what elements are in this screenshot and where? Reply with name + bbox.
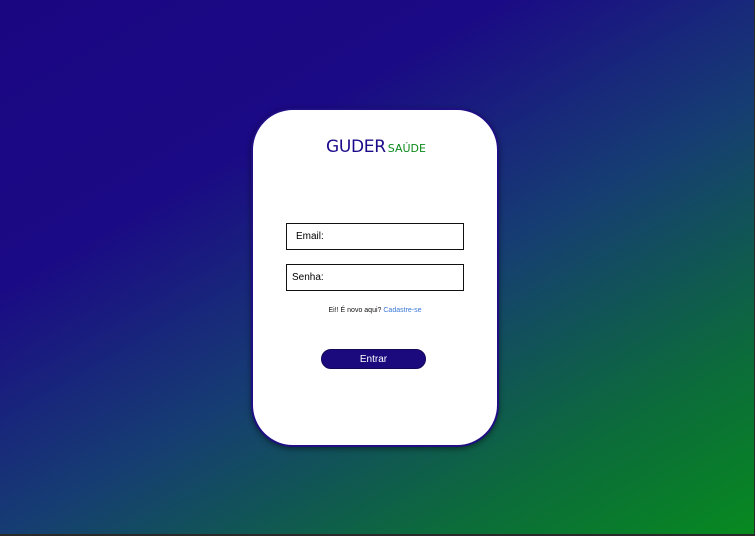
logo-brand: GUDER	[326, 137, 386, 157]
signup-prompt-line: Ei!! É novo aqui? Cadastre-se	[253, 307, 497, 314]
signup-link[interactable]: Cadastre-se	[383, 307, 421, 314]
password-field[interactable]	[286, 264, 464, 291]
login-card: GUDERSAÚDE Ei!! É novo aqui? Cadastre-se…	[251, 108, 499, 447]
password-input[interactable]	[292, 272, 463, 283]
email-input[interactable]	[296, 231, 463, 242]
email-field[interactable]	[286, 223, 464, 250]
logo: GUDER SAÚDE	[326, 137, 426, 157]
logo-tagline: SAÚDE	[387, 142, 426, 155]
signup-prompt-text: Ei!! É novo aqui?	[328, 307, 382, 314]
login-button[interactable]: Entrar	[321, 349, 426, 369]
